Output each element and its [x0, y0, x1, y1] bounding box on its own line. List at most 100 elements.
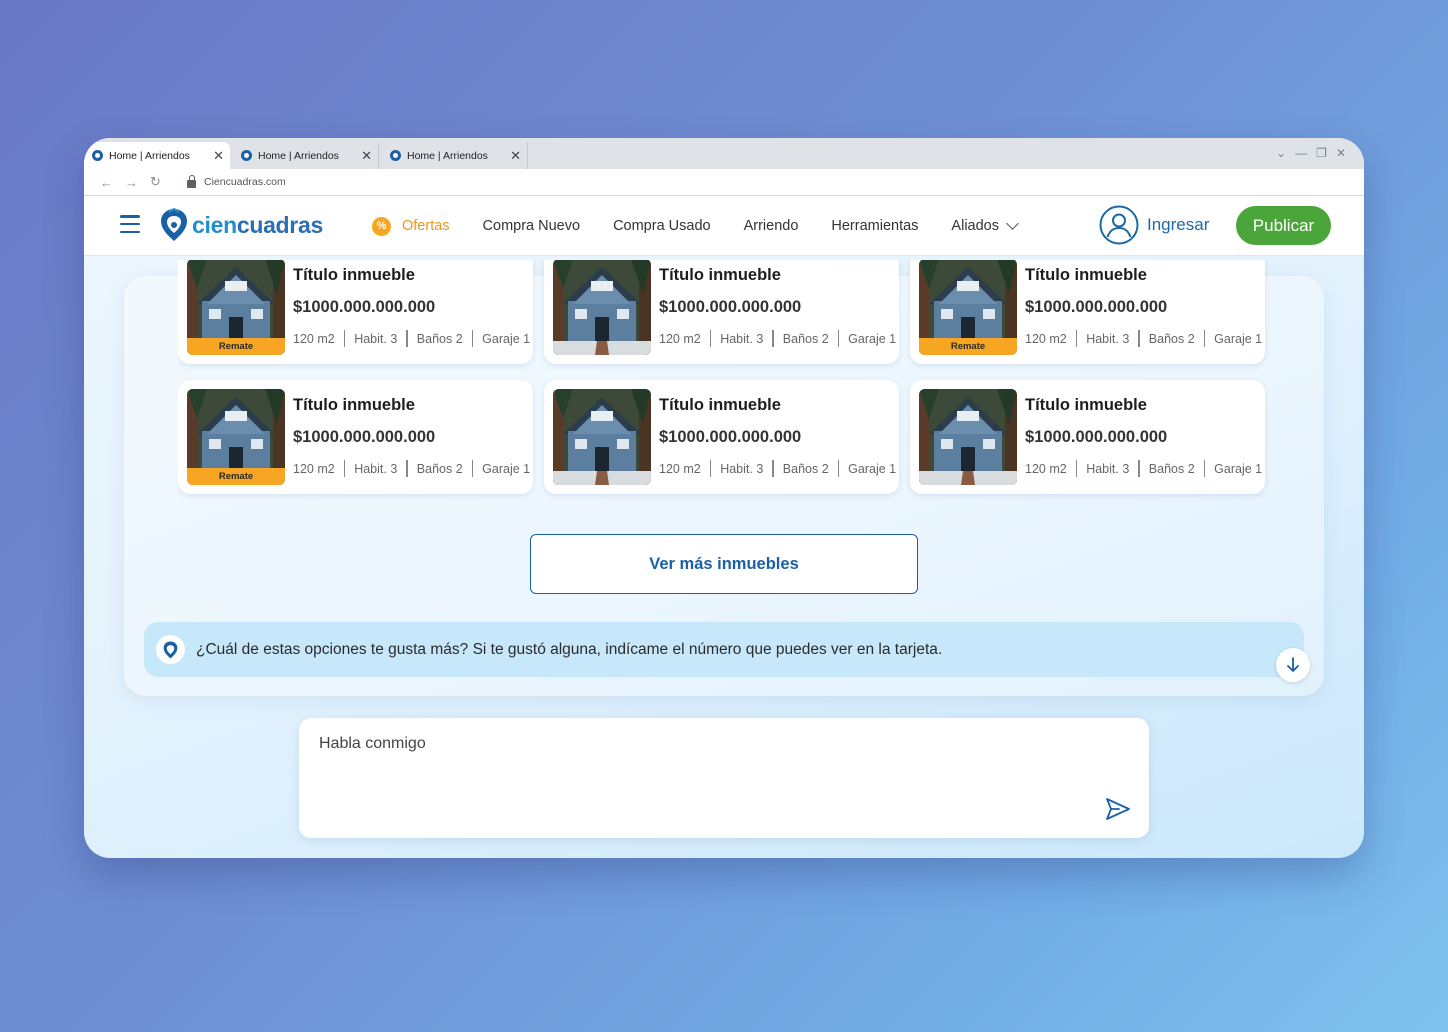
address-bar: ← → ↻ Ciencuadras.com	[84, 169, 1364, 196]
property-price: $1000.000.000.000	[293, 428, 436, 446]
nav-item-offers[interactable]: % Ofertas	[372, 216, 450, 236]
back-icon[interactable]: ←	[100, 175, 125, 190]
auction-badge: Remate	[187, 468, 285, 485]
close-tab-icon[interactable]: ✕	[361, 148, 372, 164]
auction-badge: Remate	[919, 338, 1017, 355]
property-rooms: Habit. 3	[354, 461, 398, 476]
property-area: 120 m2	[659, 461, 701, 476]
property-rooms: Habit. 3	[720, 461, 764, 476]
menu-icon[interactable]	[120, 215, 140, 233]
nav-item-compra-nuevo[interactable]: Compra Nuevo	[483, 218, 581, 234]
send-icon[interactable]	[1105, 796, 1131, 822]
property-baths: Baños 2	[1148, 461, 1195, 476]
site-header: ciencuadras % Ofertas Compra Nuevo Compr…	[84, 196, 1364, 256]
property-rooms: Habit. 3	[720, 331, 764, 346]
tab-strip: Home | Arriendos ✕ Home | Arriendos ✕ Ho…	[84, 138, 1364, 169]
property-thumbnail	[553, 389, 651, 485]
site-favicon-icon	[390, 150, 401, 161]
browser-tab-3[interactable]: Home | Arriendos ✕	[382, 142, 528, 169]
tab-list-icon[interactable]: ⌄	[1276, 146, 1286, 160]
property-features: 120 m2 Habit. 3 Baños 2 Garaje 1	[659, 460, 896, 477]
property-features: 120 m2 Habit. 3 Baños 2 Garaje 1	[293, 460, 530, 477]
login-button[interactable]: Ingresar	[1099, 205, 1209, 245]
property-photo	[919, 389, 1017, 485]
property-title: Título inmueble	[659, 266, 781, 284]
property-card[interactable]: Título inmueble $1000.000.000.000 120 m2…	[544, 260, 899, 364]
chevron-down-icon	[1006, 217, 1019, 230]
close-tab-icon[interactable]: ✕	[213, 148, 224, 164]
reload-icon[interactable]: ↻	[150, 174, 175, 190]
property-area: 120 m2	[293, 331, 335, 346]
see-more-properties-button[interactable]: Ver más inmuebles	[530, 534, 918, 594]
browser-tab-1[interactable]: Home | Arriendos ✕	[84, 142, 230, 169]
chat-input[interactable]: Habla conmigo	[299, 718, 1149, 838]
property-baths: Baños 2	[782, 331, 829, 346]
site-favicon-icon	[241, 150, 252, 161]
browser-tab-2[interactable]: Home | Arriendos ✕	[233, 142, 379, 169]
close-tab-icon[interactable]: ✕	[510, 148, 521, 164]
property-price: $1000.000.000.000	[659, 298, 802, 316]
nav-item-herramientas[interactable]: Herramientas	[831, 218, 918, 234]
property-garage: Garaje 1	[482, 461, 531, 476]
property-card[interactable]: Remate Título inmueble $1000.000.000.000…	[178, 260, 533, 364]
property-title: Título inmueble	[1025, 266, 1147, 284]
restore-icon[interactable]: ❐	[1316, 146, 1327, 160]
property-garage: Garaje 1	[848, 331, 897, 346]
property-garage: Garaje 1	[482, 331, 531, 346]
property-baths: Baños 2	[782, 461, 829, 476]
property-garage: Garaje 1	[1214, 331, 1263, 346]
publish-button[interactable]: Publicar	[1236, 206, 1331, 245]
nav-item-aliados[interactable]: Aliados	[951, 217, 1019, 234]
property-thumbnail	[919, 389, 1017, 485]
bot-message-text: ¿Cuál de estas opciones te gusta más? Si…	[196, 640, 943, 658]
logo-mark-icon	[161, 208, 187, 241]
scroll-down-button[interactable]	[1276, 648, 1310, 682]
tab-label: Home | Arriendos	[258, 149, 339, 162]
property-rooms: Habit. 3	[1086, 331, 1130, 346]
property-card[interactable]: Título inmueble $1000.000.000.000 120 m2…	[910, 380, 1265, 494]
property-features: 120 m2 Habit. 3 Baños 2 Garaje 1	[659, 330, 896, 347]
nav-item-arriendo[interactable]: Arriendo	[744, 218, 799, 234]
main-nav: % Ofertas Compra Nuevo Compra Usado Arri…	[372, 196, 1050, 256]
property-photo	[553, 260, 651, 355]
property-rooms: Habit. 3	[354, 331, 398, 346]
minimize-icon[interactable]: —	[1295, 146, 1307, 160]
property-features: 120 m2 Habit. 3 Baños 2 Garaje 1	[1025, 330, 1262, 347]
bot-message: ¿Cuál de estas opciones te gusta más? Si…	[144, 622, 1304, 677]
url-field[interactable]: Ciencuadras.com	[204, 176, 286, 188]
property-title: Título inmueble	[293, 396, 415, 414]
property-area: 120 m2	[293, 461, 335, 476]
site-favicon-icon	[92, 150, 103, 161]
property-baths: Baños 2	[1148, 331, 1195, 346]
property-price: $1000.000.000.000	[1025, 298, 1168, 316]
login-label: Ingresar	[1147, 215, 1210, 234]
property-title: Título inmueble	[1025, 396, 1147, 414]
site-logo[interactable]: ciencuadras	[160, 208, 323, 242]
discount-icon: %	[372, 216, 391, 236]
property-thumbnail	[553, 260, 651, 355]
property-card[interactable]: Remate Título inmueble $1000.000.000.000…	[178, 380, 533, 494]
tab-label: Home | Arriendos	[407, 149, 488, 162]
property-rooms: Habit. 3	[1086, 461, 1130, 476]
property-area: 120 m2	[659, 331, 701, 346]
property-card[interactable]: Título inmueble $1000.000.000.000 120 m2…	[544, 380, 899, 494]
nav-item-compra-usado[interactable]: Compra Usado	[613, 218, 711, 234]
property-baths: Baños 2	[416, 461, 463, 476]
property-thumbnail: Remate	[187, 260, 285, 355]
property-price: $1000.000.000.000	[659, 428, 802, 446]
arrow-down-icon	[1287, 657, 1299, 672]
logo-text: ciencuadras	[192, 211, 323, 238]
forward-icon[interactable]: →	[125, 175, 150, 190]
close-window-icon[interactable]: ✕	[1336, 146, 1346, 160]
property-baths: Baños 2	[416, 331, 463, 346]
bot-avatar-icon	[156, 635, 185, 664]
browser-window: Home | Arriendos ✕ Home | Arriendos ✕ Ho…	[84, 138, 1364, 858]
property-area: 120 m2	[1025, 331, 1067, 346]
user-icon	[1099, 205, 1139, 245]
window-controls: ⌄ — ❐ ✕	[1276, 146, 1346, 160]
property-price: $1000.000.000.000	[293, 298, 436, 316]
property-card[interactable]: Remate Título inmueble $1000.000.000.000…	[910, 260, 1265, 364]
property-results: Remate Título inmueble $1000.000.000.000…	[178, 260, 1278, 510]
property-features: 120 m2 Habit. 3 Baños 2 Garaje 1	[293, 330, 530, 347]
property-garage: Garaje 1	[1214, 461, 1263, 476]
